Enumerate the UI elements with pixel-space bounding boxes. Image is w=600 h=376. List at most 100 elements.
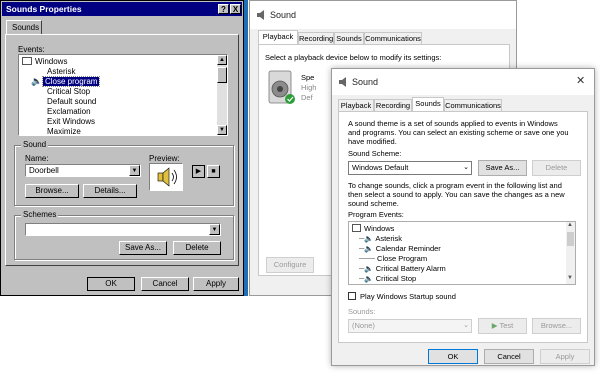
schemes-group-label: Schemes <box>21 210 59 219</box>
chevron-down-icon: ⌄ <box>463 322 469 329</box>
back-title-bar[interactable]: Sound <box>250 1 516 29</box>
cancel-button[interactable]: Cancel <box>484 349 534 364</box>
delete-button[interactable]: Delete <box>173 241 221 255</box>
speaker-device-icon <box>268 70 295 104</box>
folder-icon <box>22 57 32 65</box>
list-item[interactable]: Exit Windows <box>47 117 95 126</box>
ok-button[interactable]: OK <box>87 277 135 291</box>
save-as-button[interactable]: Save As... <box>478 160 527 176</box>
back-title: Sound <box>270 10 297 20</box>
change-text: then select a sound to apply. You can sa… <box>348 190 565 199</box>
name-label: Name: <box>25 154 49 163</box>
intro-text: A sound theme is a set of sounds applied… <box>348 119 558 128</box>
apply-button[interactable]: Apply <box>540 349 590 364</box>
list-item[interactable]: Critical Stop <box>47 87 90 96</box>
sounds-dropdown[interactable]: (None) ⌄ <box>348 319 472 333</box>
speaker-icon: 🔈 <box>31 76 43 86</box>
stop-button[interactable]: ■ <box>207 165 220 178</box>
preview-box <box>149 163 183 191</box>
tab-sounds[interactable]: Sounds <box>6 20 42 34</box>
events-scrollbar[interactable]: ▲ ▼ <box>566 222 575 284</box>
startup-sound-checkbox[interactable] <box>348 292 356 300</box>
scroll-down-icon[interactable]: ▼ <box>567 275 573 281</box>
list-item[interactable]: ─🔈 Critical Battery Alarm <box>359 264 446 273</box>
scroll-down-icon[interactable]: ▼ <box>217 125 227 135</box>
tab-recording[interactable]: Recording <box>374 99 412 111</box>
program-events-label: Program Events: <box>348 210 404 219</box>
tab-recording[interactable]: Recording <box>298 32 334 44</box>
events-tree-root[interactable]: Windows <box>352 224 394 233</box>
help-button[interactable]: ? <box>218 4 229 14</box>
change-text: sound scheme. <box>348 199 399 208</box>
list-item[interactable]: ─🔈 Critical Stop <box>359 274 416 283</box>
tab-communications[interactable]: Communications <box>364 32 422 44</box>
browse-button[interactable]: Browse... <box>25 184 79 198</box>
event-label: Close program <box>41 76 101 87</box>
events-tree-root[interactable]: Windows <box>22 57 67 66</box>
intro-text: have modified. <box>348 137 397 146</box>
scroll-thumb[interactable] <box>217 67 227 83</box>
scheme-label: Sound Scheme: <box>348 149 402 158</box>
ok-button[interactable]: OK <box>428 349 478 364</box>
front-title-bar[interactable]: Sound ✕ <box>332 69 594 95</box>
event-label: Asterisk <box>375 234 402 243</box>
delete-button[interactable]: Delete <box>532 160 581 176</box>
configure-button[interactable]: Configure <box>266 257 314 273</box>
events-scrollbar[interactable]: ▲ ▼ <box>217 55 227 135</box>
chevron-down-icon: ⌄ <box>463 164 469 171</box>
device-name: Spe <box>301 73 315 82</box>
list-item[interactable]: Asterisk <box>47 67 75 76</box>
list-item[interactable]: Maximize <box>47 127 81 136</box>
name-dropdown[interactable]: Doorbell ▼ <box>25 164 141 177</box>
list-item[interactable]: Exclamation <box>47 107 91 116</box>
close-button[interactable]: X <box>230 4 241 14</box>
dropdown-arrow-icon[interactable]: ▼ <box>129 165 140 176</box>
tab-communications[interactable]: Communications <box>444 99 502 111</box>
change-text: To change sounds, click a program event … <box>348 181 562 190</box>
speaker-icon: ─🔈 <box>359 234 374 243</box>
scroll-up-icon[interactable]: ▲ <box>567 222 573 228</box>
event-label: Maximize <box>47 127 81 136</box>
scheme-dropdown[interactable]: Windows Default ⌄ <box>348 161 472 175</box>
dropdown-arrow-icon[interactable]: ▼ <box>209 224 220 235</box>
tree-connector-icon: ─── <box>359 254 375 263</box>
events-list[interactable]: Windows Asterisk 🔈 Close program Critical… <box>18 54 228 136</box>
front-tab-panel: A sound theme is a set of sounds applied… <box>338 111 588 343</box>
list-item-selected[interactable]: 🔈 Close program <box>31 76 101 87</box>
win95-title-bar[interactable]: Sounds Properties ? X <box>2 2 242 16</box>
event-label: Calendar Reminder <box>375 244 441 253</box>
event-label: Windows <box>35 57 68 66</box>
browse-button[interactable]: Browse... <box>532 318 581 334</box>
event-label: Default sound <box>47 97 97 106</box>
event-label: Critical Stop <box>375 274 417 283</box>
list-item[interactable]: Default sound <box>47 97 96 106</box>
list-item[interactable]: ─🔈 Calendar Reminder <box>359 244 441 253</box>
play-button[interactable]: ▶ <box>192 165 205 178</box>
device-desc: High <box>301 83 317 92</box>
device-status: Def <box>301 93 313 102</box>
tab-playback[interactable]: Playback <box>258 30 298 44</box>
tab-sounds[interactable]: Sounds <box>334 32 364 44</box>
test-button[interactable]: ▶ Test <box>478 318 527 334</box>
device-item[interactable]: Spe High Def <box>267 69 323 113</box>
program-events-list[interactable]: Windows ─🔈 Asterisk ─🔈 Calendar Reminder… <box>348 221 576 285</box>
scroll-thumb[interactable] <box>567 232 574 246</box>
close-icon[interactable]: ✕ <box>576 74 585 87</box>
cancel-button[interactable]: Cancel <box>141 277 189 291</box>
scroll-up-icon[interactable]: ▲ <box>217 55 227 65</box>
event-label: Windows <box>364 224 395 233</box>
schemes-dropdown[interactable]: ▼ <box>25 223 221 236</box>
save-as-button[interactable]: Save As... <box>119 241 167 255</box>
tab-sounds[interactable]: Sounds <box>412 97 444 111</box>
event-label: Exit Windows <box>47 117 96 126</box>
front-sound-dialog: Sound ✕ Playback Recording Sounds Commun… <box>331 68 595 366</box>
event-label: Critical Stop <box>47 87 91 96</box>
event-label: Exclamation <box>47 107 91 116</box>
sounds-label: Sounds: <box>348 307 376 316</box>
tab-playback[interactable]: Playback <box>338 99 374 111</box>
list-item[interactable]: ─🔈 Asterisk <box>359 234 402 243</box>
window-edge <box>244 0 248 296</box>
apply-button[interactable]: Apply <box>193 277 239 291</box>
details-button[interactable]: Details... <box>83 184 137 198</box>
list-item[interactable]: ─── Close Program <box>359 254 427 263</box>
